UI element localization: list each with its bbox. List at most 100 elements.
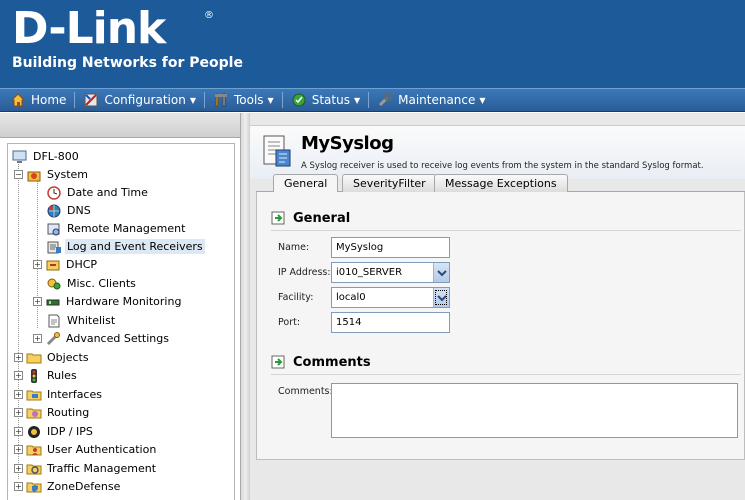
menu-home[interactable]: Home <box>0 89 72 111</box>
dhcp-icon <box>45 257 61 273</box>
dns-icon <box>46 203 62 219</box>
tree-item-routing[interactable]: + Routing <box>14 404 91 421</box>
tree-item-log-and-event-receivers[interactable]: Log and Event Receivers <box>46 238 205 255</box>
expand-toggle-icon[interactable]: + <box>14 427 23 436</box>
expand-toggle-icon[interactable]: + <box>33 297 42 306</box>
ip-address-select[interactable]: i010_SERVER <box>331 262 450 283</box>
general-section-title: General <box>293 210 351 226</box>
page-description: A Syslog receiver is used to receive log… <box>301 161 704 171</box>
tree-item-label: Log and Event Receivers <box>65 239 205 254</box>
menu-maintenance-label: Maintenance <box>398 93 476 107</box>
expand-toggle-icon[interactable]: + <box>14 482 23 491</box>
comments-label: Comments: <box>278 386 333 397</box>
tree-item-label: Traffic Management <box>47 462 157 475</box>
menu-separator <box>281 92 283 108</box>
tree-item-label: Interfaces <box>47 388 102 401</box>
chevron-down-icon: ▼ <box>353 95 361 105</box>
clock-icon <box>46 185 62 201</box>
tree-item-label: Date and Time <box>67 186 148 199</box>
name-input[interactable]: MySyslog <box>331 237 450 258</box>
comments-textarea[interactable] <box>331 383 738 438</box>
name-label: Name: <box>278 242 310 253</box>
log-receivers-icon <box>46 239 62 255</box>
chevron-down-icon: ▼ <box>189 95 196 105</box>
tree-item-label: Misc. Clients <box>67 277 136 290</box>
advanced-settings-icon <box>45 331 61 347</box>
chevron-down-icon[interactable] <box>433 263 449 282</box>
status-icon <box>291 92 307 108</box>
idp-ips-icon <box>26 424 42 440</box>
folder-icon <box>26 350 42 366</box>
collapse-toggle-icon[interactable]: − <box>14 170 23 179</box>
menu-separator <box>203 92 205 108</box>
menu-configuration[interactable]: Configuration ▼ <box>77 89 202 111</box>
syslog-receiver-icon <box>260 132 294 170</box>
chevron-down-icon[interactable] <box>433 288 449 307</box>
menu-tools[interactable]: Tools ▼ <box>207 89 280 111</box>
expand-toggle-icon[interactable]: + <box>33 260 42 269</box>
page-title: MySyslog <box>301 133 394 154</box>
routing-icon <box>26 405 42 421</box>
whitelist-icon <box>46 313 62 329</box>
tree-item-label: Objects <box>47 351 89 364</box>
tree-item-traffic-management[interactable]: + Traffic Management <box>14 460 158 477</box>
content-panel: MySyslog A Syslog receiver is used to re… <box>250 113 745 500</box>
tree-item-remote-management[interactable]: Remote Management <box>46 220 187 237</box>
tree-item-rules[interactable]: + Rules <box>14 367 79 384</box>
section-divider <box>271 374 741 375</box>
tree-item-label: IDP / IPS <box>47 425 93 438</box>
maintenance-icon <box>377 92 393 108</box>
expand-toggle-icon[interactable]: + <box>14 408 23 417</box>
tree-item-system[interactable]: − System <box>14 166 90 183</box>
main-menubar: Home Configuration ▼ Tools ▼ Status ▼ Ma… <box>0 88 745 112</box>
tree-item-user-authentication[interactable]: + User Authentication <box>14 441 158 458</box>
expand-toggle-icon[interactable]: + <box>14 353 23 362</box>
tree-item-advanced-settings[interactable]: + Advanced Settings <box>33 330 171 347</box>
misc-clients-icon <box>46 276 62 292</box>
tab-severityfilter[interactable]: SeverityFilter <box>342 174 437 192</box>
tools-icon <box>213 92 229 108</box>
expand-toggle-icon[interactable]: + <box>14 371 23 380</box>
facility-select[interactable]: local0 <box>331 287 450 308</box>
tree-item-interfaces[interactable]: + Interfaces <box>14 386 104 403</box>
tree-item-dhcp[interactable]: + DHCP <box>33 256 99 273</box>
tree-item-idp-ips[interactable]: + IDP / IPS <box>14 423 95 440</box>
tree-item-label: Whitelist <box>67 314 116 327</box>
tree-item-whitelist[interactable]: Whitelist <box>46 312 117 329</box>
header-banner: D-Link ® Building Networks for People <box>0 0 745 88</box>
tree-item-dns[interactable]: DNS <box>46 202 93 219</box>
logo-tagline: Building Networks for People <box>12 55 243 71</box>
menu-status[interactable]: Status ▼ <box>285 89 366 111</box>
tree-item-hardware-monitoring[interactable]: + Hardware Monitoring <box>33 293 183 310</box>
expand-toggle-icon[interactable]: + <box>14 464 23 473</box>
menu-separator <box>74 92 76 108</box>
tab-content: General Name: MySyslog IP Address: i010_… <box>256 192 745 460</box>
chevron-down-icon: ▼ <box>267 95 274 105</box>
system-icon <box>26 167 42 183</box>
tree-item-label: Hardware Monitoring <box>66 295 182 308</box>
tab-general[interactable]: General <box>273 174 339 193</box>
ip-address-value: i010_SERVER <box>336 267 403 278</box>
tree-item-dfl-800[interactable]: DFL-800 <box>12 148 81 165</box>
expand-toggle-icon[interactable]: + <box>14 445 23 454</box>
tree-item-objects[interactable]: + Objects <box>14 349 91 366</box>
expand-toggle-icon[interactable]: + <box>33 334 42 343</box>
navigation-panel: DFL-800 − System Date and Time DNS Remot… <box>0 113 240 500</box>
tab-message-exceptions[interactable]: Message Exceptions <box>434 174 568 192</box>
chevron-down-icon: ▼ <box>479 95 486 105</box>
menu-tools-label: Tools <box>233 93 264 107</box>
tree-item-zonedefense[interactable]: + ZoneDefense <box>14 478 122 495</box>
facility-label: Facility: <box>278 292 314 303</box>
tree-item-date-and-time[interactable]: Date and Time <box>46 184 150 201</box>
menu-maintenance[interactable]: Maintenance ▼ <box>371 89 491 111</box>
comments-section-title: Comments <box>293 354 371 370</box>
tree-item-label: Rules <box>47 369 77 382</box>
port-input[interactable]: 1514 <box>331 312 450 333</box>
rules-icon <box>26 368 42 384</box>
menu-configuration-label: Configuration <box>104 93 186 107</box>
tree-item-misc-clients[interactable]: Misc. Clients <box>46 275 138 292</box>
tree-item-label: User Authentication <box>47 443 157 456</box>
expand-toggle-icon[interactable]: + <box>14 390 23 399</box>
panel-splitter[interactable] <box>240 113 250 500</box>
tree-item-label: DNS <box>67 204 91 217</box>
